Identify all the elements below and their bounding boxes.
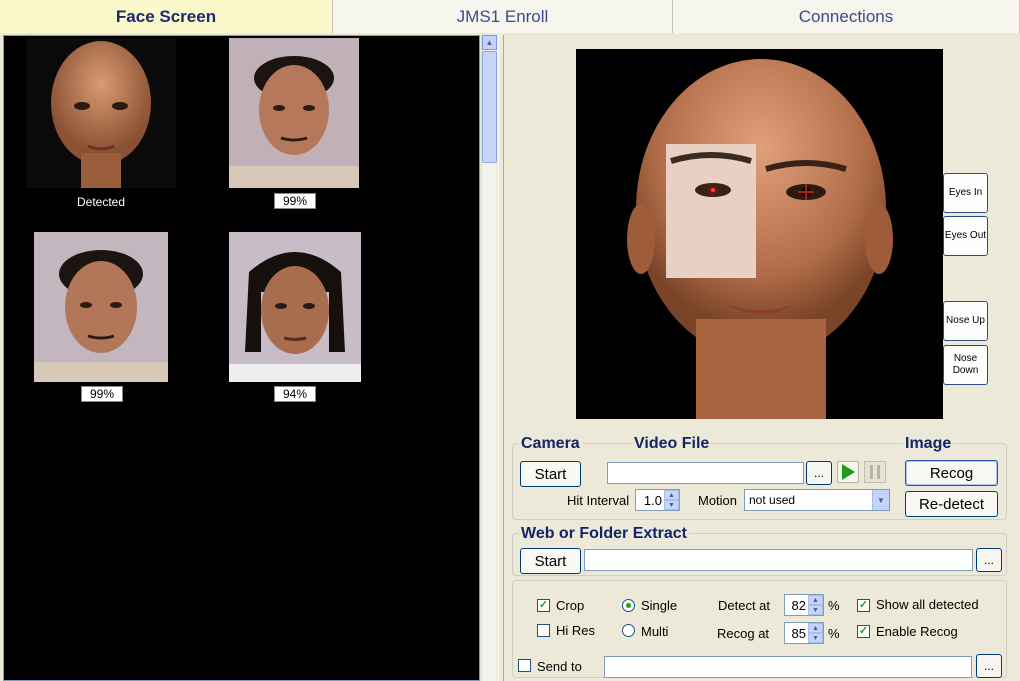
video-file-path[interactable] xyxy=(607,462,804,484)
spin-up-icon[interactable]: ▲ xyxy=(808,623,823,633)
camera-label: Camera xyxy=(519,435,582,453)
face-viewer xyxy=(576,49,943,419)
spin-down-icon[interactable]: ▼ xyxy=(808,605,823,615)
image-label: Image xyxy=(903,435,954,453)
eyes-in-button[interactable]: Eyes In xyxy=(943,173,988,213)
send-to-browse-button[interactable]: ... xyxy=(976,654,1002,678)
scroll-thumb[interactable] xyxy=(482,51,497,163)
send-to-path[interactable] xyxy=(604,656,972,678)
show-all-detected-checkbox[interactable]: ✓ xyxy=(857,599,870,612)
recog-at-value: 85 xyxy=(791,626,806,641)
detected-face-image xyxy=(26,38,176,188)
camera-start-button[interactable]: Start xyxy=(520,461,581,487)
tab-bar: Face Screen JMS1 Enroll Connections xyxy=(0,0,1020,33)
face-render-image xyxy=(627,59,893,419)
motion-value: not used xyxy=(749,493,796,507)
hires-checkbox[interactable] xyxy=(537,624,550,637)
result-caption: Detected xyxy=(76,195,126,209)
recog-percent-label: % xyxy=(828,626,840,641)
crop-label: Crop xyxy=(556,598,585,613)
pane-splitter[interactable] xyxy=(498,35,504,681)
eyes-out-button[interactable]: Eyes Out xyxy=(943,216,988,256)
enable-recog-checkbox[interactable]: ✓ xyxy=(857,625,870,638)
match-face-image xyxy=(34,232,168,382)
recog-at-spinner[interactable]: 85 ▲ ▼ xyxy=(784,622,824,644)
result-caption: 99% xyxy=(274,193,316,209)
web-extract-label: Web or Folder Extract xyxy=(519,525,689,543)
play-icon[interactable] xyxy=(837,461,859,483)
tab-connections[interactable]: Connections xyxy=(673,0,1020,33)
send-to-checkbox[interactable] xyxy=(518,659,531,672)
nose-down-button[interactable]: Nose Down xyxy=(943,345,988,385)
detect-at-value: 82 xyxy=(791,598,806,613)
single-label: Single xyxy=(641,598,678,613)
hit-interval-value: 1.0 xyxy=(643,493,662,508)
hit-interval-label: Hit Interval xyxy=(567,493,630,508)
redetect-button[interactable]: Re-detect xyxy=(905,491,998,517)
send-to-label: Send to xyxy=(537,659,582,674)
result-caption: 94% xyxy=(274,386,316,402)
video-browse-button[interactable]: ... xyxy=(806,461,832,485)
web-browse-button[interactable]: ... xyxy=(976,548,1002,572)
match-face-image xyxy=(229,232,361,382)
spin-up-icon[interactable]: ▲ xyxy=(664,490,679,500)
result-caption: 99% xyxy=(81,386,123,402)
chevron-down-icon[interactable]: ▼ xyxy=(872,490,889,510)
motion-select[interactable]: not used ▼ xyxy=(744,489,890,511)
detect-at-label: Detect at xyxy=(718,598,771,613)
web-folder-path[interactable] xyxy=(584,549,973,571)
spin-down-icon[interactable]: ▼ xyxy=(664,500,679,510)
web-start-button[interactable]: Start xyxy=(520,548,581,574)
crop-checkbox[interactable]: ✓ xyxy=(537,599,550,612)
detect-percent-label: % xyxy=(828,598,840,613)
motion-label: Motion xyxy=(698,493,738,508)
nose-up-button[interactable]: Nose Up xyxy=(943,301,988,341)
results-pane: Detected 99% 99% 94% xyxy=(3,35,480,681)
enable-recog-label: Enable Recog xyxy=(876,624,958,639)
pause-icon[interactable] xyxy=(864,461,886,483)
hires-label: Hi Res xyxy=(556,623,596,638)
detect-at-spinner[interactable]: 82 ▲ ▼ xyxy=(784,594,824,616)
tab-face-screen[interactable]: Face Screen xyxy=(0,0,333,33)
multi-label: Multi xyxy=(641,624,669,639)
match-face-image xyxy=(229,38,359,188)
show-all-detected-label: Show all detected xyxy=(876,597,979,612)
recog-button[interactable]: Recog xyxy=(905,460,998,486)
scroll-up-icon[interactable]: ▲ xyxy=(482,35,497,50)
multi-radio[interactable] xyxy=(622,624,635,637)
spin-up-icon[interactable]: ▲ xyxy=(808,595,823,605)
video-file-label: Video File xyxy=(632,435,712,453)
single-radio[interactable] xyxy=(622,599,635,612)
spin-down-icon[interactable]: ▼ xyxy=(808,633,823,643)
results-scrollbar[interactable]: ▲ xyxy=(481,35,497,681)
tab-jms1-enroll[interactable]: JMS1 Enroll xyxy=(333,0,673,33)
hit-interval-spinner[interactable]: 1.0 ▲ ▼ xyxy=(635,489,680,511)
recog-at-label: Recog at xyxy=(717,626,770,641)
